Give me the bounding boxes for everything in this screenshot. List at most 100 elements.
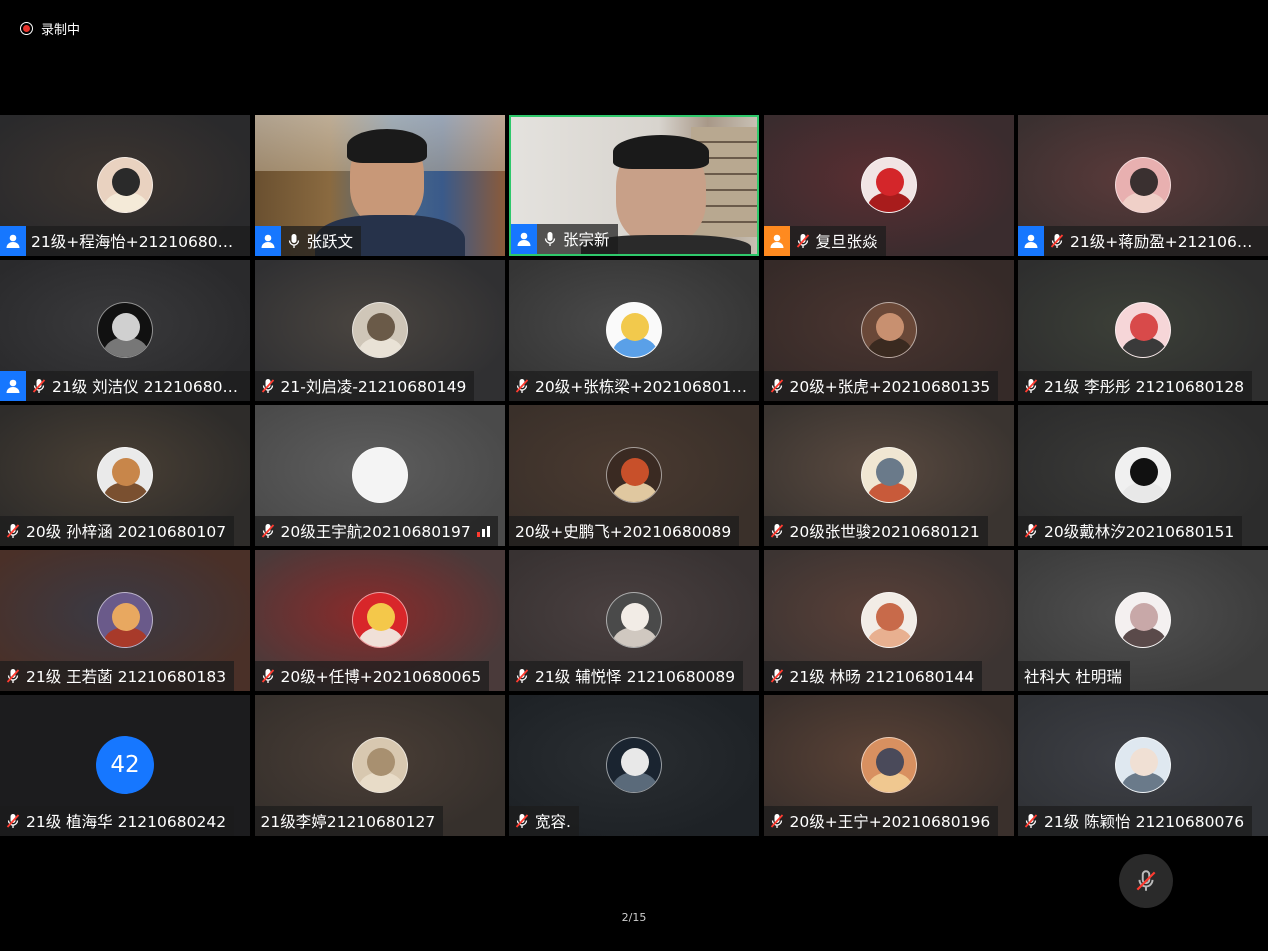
- participant-label: 21级 刘洁仪 21210680147: [0, 371, 250, 401]
- avatar-dog-sketch: [351, 302, 408, 358]
- participant-tile[interactable]: 20级+张虎+20210680135: [763, 260, 1014, 401]
- mic-muted-icon: [795, 226, 811, 256]
- participant-label: 21级 植海华 21210680242: [0, 806, 235, 836]
- avatar-moon: [97, 302, 153, 358]
- participant-tile[interactable]: 21级+程海怡+21210680078: [0, 115, 250, 256]
- participant-tile[interactable]: 20级+史鹏飞+20210680089: [509, 405, 759, 546]
- participant-tile[interactable]: 20级+张栋梁+20210680130: [509, 260, 759, 401]
- participant-name: 20级张世骏20210680121: [789, 523, 980, 541]
- participant-tile[interactable]: 20级+任博+20210680065: [254, 550, 505, 691]
- participant-name: 21级 植海华 21210680242: [26, 813, 227, 831]
- mic-muted-icon: [514, 371, 530, 401]
- avatar-initials: 42: [96, 736, 154, 794]
- participant-label: 21级+蒋励盈+21210680…: [1018, 226, 1268, 256]
- avatar-sunset: [860, 737, 917, 793]
- mic-muted-icon: [260, 371, 276, 401]
- participant-tile[interactable]: 42 21级 植海华 21210680242: [0, 695, 250, 836]
- participant-label: 20级+张栋梁+20210680130: [509, 371, 759, 401]
- participant-tile[interactable]: 20级戴林汐20210680151: [1018, 405, 1268, 546]
- participant-tile[interactable]: 张跃文: [254, 115, 505, 256]
- participant-tile[interactable]: 21-刘启凌-21210680149: [254, 260, 505, 401]
- participant-tile[interactable]: 21级 刘洁仪 21210680147: [0, 260, 250, 401]
- avatar-baby: [860, 592, 917, 648]
- participant-label: 复旦张焱: [763, 226, 886, 256]
- participant-name: 21-刘启凌-21210680149: [280, 378, 467, 396]
- avatar-night-figure: [606, 737, 662, 793]
- avatar-room-photo: [606, 447, 662, 503]
- participant-label: 20级戴林汐20210680151: [1018, 516, 1243, 546]
- participant-tile[interactable]: 20级 孙梓涵 20210680107: [0, 405, 250, 546]
- participant-name: 21级 王若菡 21210680183: [26, 668, 227, 686]
- participant-tile[interactable]: 21级 王若菡 21210680183: [0, 550, 250, 691]
- participant-label: 20级+任博+20210680065: [254, 661, 490, 691]
- participant-label: 20级+张虎+20210680135: [763, 371, 999, 401]
- avatar-sketch-scene: [860, 447, 917, 503]
- page-indicator[interactable]: 2/15: [0, 911, 1268, 924]
- participant-label: 社科大 杜明瑞: [1018, 661, 1130, 691]
- participant-name: 20级戴林汐20210680151: [1044, 523, 1235, 541]
- participant-tile[interactable]: 社科大 杜明瑞: [1018, 550, 1268, 691]
- avatar-girl-photo: [1115, 737, 1171, 793]
- mic-muted-icon: [260, 516, 276, 546]
- avatar-hamster: [606, 592, 662, 648]
- mic-muted-icon: [514, 806, 530, 836]
- participant-name: 20级+张虎+20210680135: [789, 378, 991, 396]
- participant-tile[interactable]: 21级 陈颖怡 21210680076: [1018, 695, 1268, 836]
- user-role-icon: [763, 226, 790, 256]
- mic-muted-icon: [31, 371, 47, 401]
- participant-name: 21级 陈颖怡 21210680076: [1044, 813, 1245, 831]
- participant-tile[interactable]: 21级 李彤彤 21210680128: [1018, 260, 1268, 401]
- user-role-icon: [254, 226, 281, 256]
- mic-muted-icon: [769, 806, 785, 836]
- signal-strength-icon: [476, 525, 490, 537]
- participant-tile[interactable]: 21级 林旸 21210680144: [763, 550, 1014, 691]
- participant-tile[interactable]: 21级+蒋励盈+21210680…: [1018, 115, 1268, 256]
- mic-muted-icon: [1049, 226, 1065, 256]
- mic-muted-icon: [769, 661, 785, 691]
- participant-name: 复旦张焱: [815, 233, 878, 251]
- participant-label: 20级+王宁+20210680196: [763, 806, 999, 836]
- participant-tile[interactable]: 20级张世骏20210680121: [763, 405, 1014, 546]
- mic-muted-icon: [769, 516, 785, 546]
- participant-label: 21级 王若菡 21210680183: [0, 661, 235, 691]
- avatar-girl-cartoon: [1115, 302, 1171, 358]
- mic-muted-icon: [769, 371, 785, 401]
- participant-tile[interactable]: 张宗新: [509, 115, 759, 256]
- participant-label: 张跃文: [254, 226, 362, 256]
- participant-tile[interactable]: 21级李婷21210680127: [254, 695, 505, 836]
- mute-toggle-button[interactable]: [1119, 854, 1173, 908]
- participant-name: 21级 辅悦怿 21210680089: [535, 668, 736, 686]
- participant-name: 社科大 杜明瑞: [1024, 668, 1122, 686]
- avatar-white-blank: [351, 447, 408, 503]
- participant-name: 张宗新: [563, 231, 610, 249]
- recording-indicator: 录制中: [20, 18, 80, 38]
- avatar-cartoon-girl: [97, 157, 153, 213]
- participant-tile[interactable]: 宽容.: [509, 695, 759, 836]
- participant-tile[interactable]: 20级+王宁+20210680196: [763, 695, 1014, 836]
- participant-label: 21级 李彤彤 21210680128: [1018, 371, 1253, 401]
- participant-name: 20级+史鹏飞+20210680089: [515, 523, 732, 541]
- user-role-icon: [511, 224, 537, 254]
- participant-tile[interactable]: 21级 辅悦怿 21210680089: [509, 550, 759, 691]
- user-role-icon: [0, 371, 26, 401]
- avatar-pink-cat: [1115, 157, 1171, 213]
- participant-label: 宽容.: [509, 806, 579, 836]
- mic-muted-icon: [5, 661, 21, 691]
- avatar-red-leaf: [860, 157, 917, 213]
- mic-muted-icon: [514, 661, 530, 691]
- participant-label: 21级李婷21210680127: [254, 806, 444, 836]
- participant-label: 20级王宇航20210680197: [254, 516, 498, 546]
- user-role-icon: [0, 226, 26, 256]
- participant-name: 21级 李彤彤 21210680128: [1044, 378, 1245, 396]
- avatar-stone-carving: [351, 737, 408, 793]
- avatar-anime-girl: [1115, 592, 1171, 648]
- avatar-black-mask: [1115, 447, 1171, 503]
- participant-label: 21-刘启凌-21210680149: [254, 371, 475, 401]
- participant-label: 21级+程海怡+21210680078: [0, 226, 250, 256]
- participant-tile[interactable]: 复旦张焱: [763, 115, 1014, 256]
- participant-label: 21级 辅悦怿 21210680089: [509, 661, 744, 691]
- participant-label: 21级 陈颖怡 21210680076: [1018, 806, 1253, 836]
- participant-name: 20级王宇航20210680197: [280, 523, 471, 541]
- participant-tile[interactable]: 20级王宇航20210680197: [254, 405, 505, 546]
- participant-name: 20级 孙梓涵 20210680107: [26, 523, 227, 541]
